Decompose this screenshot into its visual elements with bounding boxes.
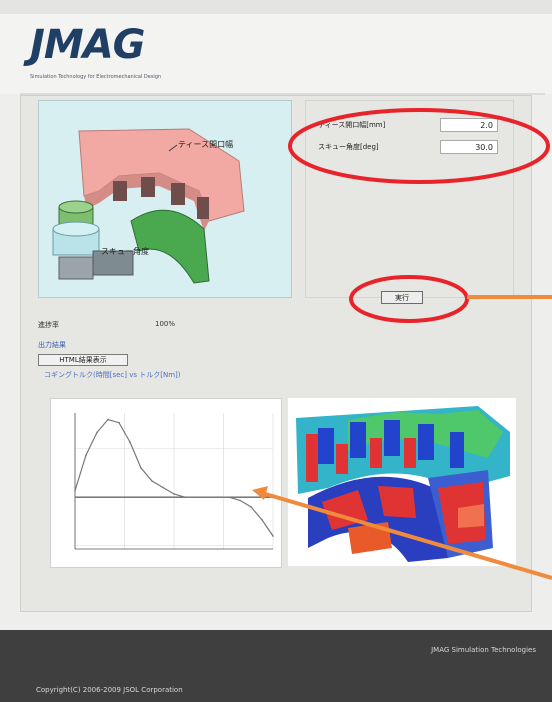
plot-title: コギングトルク(時間[sec] vs トルク[Nm]) bbox=[44, 371, 181, 379]
flux-density-contour-icon bbox=[288, 398, 516, 566]
run-button[interactable]: 実行 bbox=[381, 291, 423, 304]
data-point-15 bbox=[239, 499, 241, 502]
skew-angle-input[interactable]: 30.0 bbox=[440, 140, 498, 154]
data-point-4 bbox=[118, 421, 120, 424]
motor-model-icon bbox=[52, 128, 245, 284]
cogging-torque-chart bbox=[74, 413, 274, 550]
cogging-torque-plot bbox=[50, 398, 282, 568]
label-teeth-opening: ティース開口幅 bbox=[178, 140, 234, 149]
progress-value: 100% bbox=[155, 320, 176, 328]
data-point-5 bbox=[129, 441, 131, 443]
teeth-opening-input[interactable]: 2.0 bbox=[440, 118, 498, 132]
data-point-16 bbox=[250, 506, 252, 508]
data-point-14 bbox=[228, 496, 230, 498]
label-skew-angle: スキュー角度 bbox=[101, 247, 149, 256]
data-point-6 bbox=[140, 467, 142, 469]
jmag-logo: JMAG bbox=[30, 22, 145, 68]
app-page: JMAG Simulation Technology for Electrome… bbox=[0, 0, 552, 702]
data-point-17 bbox=[261, 519, 263, 521]
data-point-10 bbox=[184, 496, 186, 498]
data-point-18 bbox=[272, 535, 274, 537]
data-point-13 bbox=[217, 496, 219, 498]
data-point-7 bbox=[151, 480, 153, 482]
footer-copyright: Copyright(C) 2006-2009 JSOL Corporation bbox=[36, 686, 183, 694]
data-point-8 bbox=[162, 486, 164, 489]
progress-label: 進捗率 bbox=[38, 321, 59, 329]
param-row-teeth: ティース開口幅[mm] bbox=[318, 120, 385, 136]
data-point-0 bbox=[74, 489, 76, 492]
motor-model-viewer[interactable] bbox=[38, 100, 292, 298]
data-point-12 bbox=[206, 496, 208, 498]
data-point-11 bbox=[195, 496, 197, 498]
data-point-1 bbox=[85, 454, 87, 456]
footer-brand: JMAG Simulation Technologies bbox=[431, 646, 536, 654]
param-label-teeth: ティース開口幅[mm] bbox=[318, 121, 386, 129]
top-strip bbox=[0, 0, 552, 14]
param-label-skew: スキュー角度[deg] bbox=[318, 143, 379, 151]
logo-tagline: Simulation Technology for Electromechani… bbox=[30, 74, 162, 80]
output-section-label: 出力結果 bbox=[38, 341, 66, 349]
data-point-9 bbox=[173, 493, 175, 495]
param-row-skew: スキュー角度[deg] bbox=[318, 142, 379, 158]
flux-density-view bbox=[288, 398, 516, 566]
data-point-2 bbox=[96, 431, 98, 434]
data-point-3 bbox=[107, 418, 109, 421]
html-result-button[interactable]: HTML結果表示 bbox=[38, 354, 128, 366]
